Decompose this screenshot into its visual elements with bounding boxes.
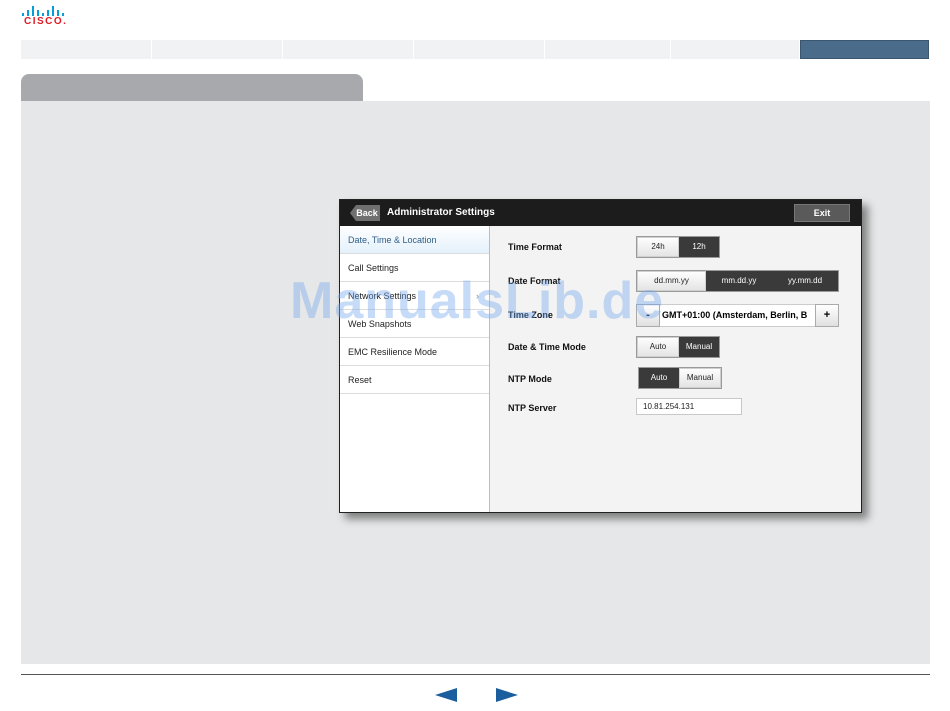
date-format-mmddyy-option[interactable]: mm.dd.yy: [706, 271, 772, 291]
sidebar-item-label: EMC Resilience Mode: [348, 347, 438, 357]
time-format-12h-option[interactable]: 12h: [679, 237, 719, 257]
date-time-mode-toggle: Auto Manual: [636, 336, 720, 358]
top-nav-segment[interactable]: [283, 40, 414, 59]
settings-sidebar: Date, Time & Location Call Settings Netw…: [340, 226, 490, 512]
date-format-toggle: dd.mm.yy mm.dd.yy yy.mm.dd: [636, 270, 839, 292]
cisco-logo: CISCO.: [22, 6, 70, 28]
top-nav-segment[interactable]: [545, 40, 671, 59]
ntp-mode-manual-option[interactable]: Manual: [679, 368, 721, 388]
top-nav-strip: [21, 40, 799, 59]
time-format-toggle: 24h 12h: [636, 236, 720, 258]
back-button[interactable]: Back: [350, 205, 380, 221]
top-nav-segment[interactable]: [414, 40, 545, 59]
settings-window: Back Administrator Settings Exit Date, T…: [339, 199, 862, 513]
ntp-server-input[interactable]: 10.81.254.131: [636, 398, 742, 415]
date-time-mode-label: Date & Time Mode: [508, 342, 586, 352]
ntp-server-label: NTP Server: [508, 403, 557, 413]
cisco-wordmark: CISCO.: [24, 16, 68, 27]
sidebar-item-label: Date, Time & Location: [348, 235, 437, 245]
time-format-label: Time Format: [508, 242, 562, 252]
top-nav-active-segment[interactable]: [800, 40, 929, 59]
arrow-right-icon[interactable]: [496, 688, 518, 702]
watermark: ManualsLib.de: [290, 272, 665, 330]
window-title: Administrator Settings: [387, 207, 495, 218]
section-tab: [21, 74, 363, 102]
sidebar-item-reset[interactable]: Reset: [340, 366, 489, 394]
ntp-mode-label: NTP Mode: [508, 374, 552, 384]
exit-button[interactable]: Exit: [794, 204, 850, 222]
top-nav-segment[interactable]: [21, 40, 152, 59]
cisco-bars-icon: [22, 6, 68, 16]
arrow-left-icon[interactable]: [435, 688, 457, 702]
time-zone-value: GMT+01:00 (Amsterdam, Berlin, B: [660, 304, 815, 327]
ntp-mode-auto-option[interactable]: Auto: [639, 368, 679, 388]
settings-content: Time Format 24h 12h Date Format dd.mm.yy…: [490, 226, 861, 512]
time-format-24h-option[interactable]: 24h: [637, 237, 679, 257]
top-nav-segment[interactable]: [152, 40, 283, 59]
footer-divider: [21, 674, 930, 675]
time-zone-control: - GMT+01:00 (Amsterdam, Berlin, B +: [636, 304, 839, 327]
title-bar: Back Administrator Settings Exit: [340, 200, 861, 226]
date-time-mode-auto-option[interactable]: Auto: [637, 337, 679, 357]
date-format-yymmdd-option[interactable]: yy.mm.dd: [772, 271, 838, 291]
sidebar-item-date-time-location[interactable]: Date, Time & Location: [340, 226, 489, 254]
sidebar-item-label: Reset: [348, 375, 372, 385]
ntp-mode-toggle: Auto Manual: [638, 367, 722, 389]
time-zone-plus-button[interactable]: +: [815, 304, 839, 327]
date-time-mode-manual-option[interactable]: Manual: [679, 337, 719, 357]
sidebar-item-emc-resilience-mode[interactable]: EMC Resilience Mode: [340, 338, 489, 366]
